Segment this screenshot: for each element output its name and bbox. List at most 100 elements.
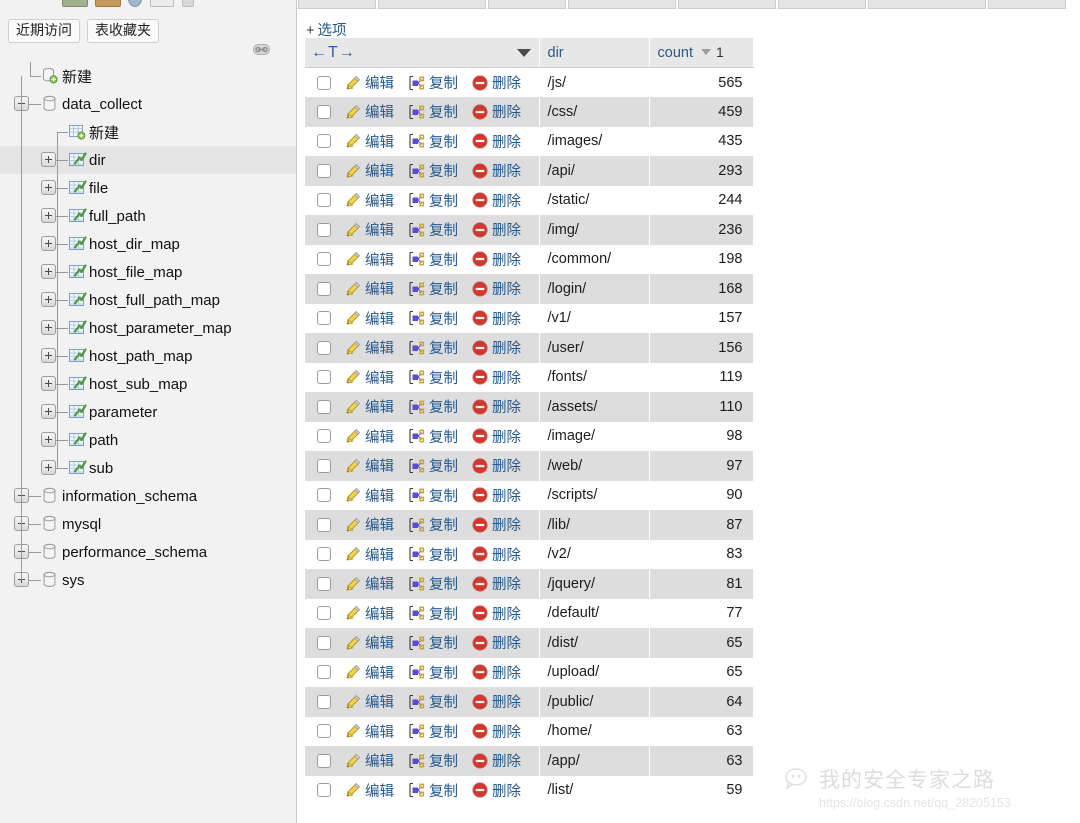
delete-link[interactable]: 删除 [472, 485, 521, 506]
delete-link[interactable]: 删除 [472, 160, 521, 181]
table-row[interactable]: 编辑 复制 删除/public/64 [305, 687, 754, 717]
copy-link[interactable]: 复制 [408, 455, 458, 476]
tree-item-host_parameter_map[interactable]: host_parameter_map [0, 314, 296, 342]
chevron-down-icon[interactable] [516, 49, 531, 57]
delete-link[interactable]: 删除 [472, 573, 521, 594]
delete-link[interactable]: 删除 [472, 278, 521, 299]
table-row[interactable]: 编辑 复制 删除/common/198 [305, 244, 754, 274]
row-checkbox[interactable] [317, 517, 331, 532]
table-row[interactable]: 编辑 复制 删除/img/236 [305, 215, 754, 245]
top-tab-5[interactable] [678, 0, 776, 9]
copy-link[interactable]: 复制 [408, 337, 458, 358]
table-row[interactable]: 编辑 复制 删除/list/59 [305, 775, 754, 805]
tree-item-label[interactable]: host_sub_map [89, 376, 187, 393]
edit-link[interactable]: 编辑 [345, 72, 394, 93]
sort-desc-icon[interactable] [700, 49, 711, 56]
tree-item-label[interactable]: file [89, 180, 108, 197]
delete-link[interactable]: 删除 [472, 308, 521, 329]
tree-item-host_sub_map[interactable]: host_sub_map [0, 370, 296, 398]
tree-item-mysql[interactable]: mysql [0, 510, 296, 538]
row-checkbox[interactable] [317, 252, 331, 267]
row-checkbox[interactable] [317, 783, 331, 798]
delete-link[interactable]: 删除 [472, 219, 521, 240]
table-row[interactable]: 编辑 复制 删除/images/435 [305, 126, 754, 156]
delete-link[interactable]: 删除 [472, 750, 521, 771]
copy-link[interactable]: 复制 [408, 308, 458, 329]
copy-link[interactable]: 复制 [408, 544, 458, 565]
tree-item-parameter[interactable]: parameter [0, 398, 296, 426]
column-header-count-label[interactable]: count [658, 45, 693, 61]
tree-toggle-plus[interactable] [41, 376, 56, 391]
row-checkbox[interactable] [317, 606, 331, 621]
chain-link-icon[interactable] [253, 42, 270, 55]
row-checkbox[interactable] [317, 281, 331, 296]
row-checkbox[interactable] [317, 134, 331, 149]
tree-item-host_dir_map[interactable]: host_dir_map [0, 230, 296, 258]
tree-toggle-plus[interactable] [41, 264, 56, 279]
tree-toggle-plus[interactable] [41, 404, 56, 419]
copy-link[interactable]: 复制 [408, 160, 458, 181]
copy-link[interactable]: 复制 [408, 278, 458, 299]
table-row[interactable]: 编辑 复制 删除/v2/83 [305, 539, 754, 569]
tree-toggle-plus[interactable] [41, 432, 56, 447]
top-tab-7[interactable] [868, 0, 986, 9]
table-row[interactable]: 编辑 复制 删除/scripts/90 [305, 480, 754, 510]
tree-toggle-plus[interactable] [41, 348, 56, 363]
edit-link[interactable]: 编辑 [345, 632, 394, 653]
tree-toggle-plus[interactable] [41, 320, 56, 335]
sidebar-item-recent[interactable]: 近期访问 [8, 19, 80, 43]
tree-item-label[interactable]: mysql [62, 516, 101, 533]
sidebar-item-favorites[interactable]: 表收藏夹 [87, 19, 159, 43]
edit-link[interactable]: 编辑 [345, 485, 394, 506]
row-checkbox[interactable] [317, 193, 331, 208]
tree-item-label[interactable]: full_path [89, 208, 146, 225]
tree-item-label[interactable]: parameter [89, 404, 157, 421]
edit-link[interactable]: 编辑 [345, 367, 394, 388]
column-header-dir[interactable]: dir [539, 38, 650, 68]
copy-link[interactable]: 复制 [408, 632, 458, 653]
table-row[interactable]: 编辑 复制 删除/default/77 [305, 598, 754, 628]
table-row[interactable]: 编辑 复制 删除/static/244 [305, 185, 754, 215]
edit-link[interactable]: 编辑 [345, 662, 394, 683]
delete-link[interactable]: 删除 [472, 514, 521, 535]
tree-item-label[interactable]: 新建 [62, 66, 92, 87]
table-row[interactable]: 编辑 复制 删除/api/293 [305, 156, 754, 186]
delete-link[interactable]: 删除 [472, 544, 521, 565]
options-toggle[interactable]: + 选项 [306, 19, 346, 40]
copy-link[interactable]: 复制 [408, 603, 458, 624]
tree-item-label[interactable]: sub [89, 460, 113, 477]
tree-item-information_schema[interactable]: information_schema [0, 482, 296, 510]
row-checkbox[interactable] [317, 724, 331, 739]
tree-item-dir[interactable]: dir [0, 146, 296, 174]
tree-item-file[interactable]: file [0, 174, 296, 202]
edit-link[interactable]: 编辑 [345, 278, 394, 299]
tree-item-host_full_path_map[interactable]: host_full_path_map [0, 286, 296, 314]
tree-item-performance_schema[interactable]: performance_schema [0, 538, 296, 566]
delete-link[interactable]: 删除 [472, 721, 521, 742]
copy-link[interactable]: 复制 [408, 219, 458, 240]
tree-item-label[interactable]: dir [89, 152, 106, 169]
tree-item-label[interactable]: information_schema [62, 488, 197, 505]
edit-link[interactable]: 编辑 [345, 337, 394, 358]
edit-link[interactable]: 编辑 [345, 219, 394, 240]
row-checkbox[interactable] [317, 104, 331, 119]
edit-link[interactable]: 编辑 [345, 573, 394, 594]
row-checkbox[interactable] [317, 429, 331, 444]
tree-toggle-plus[interactable] [41, 208, 56, 223]
tree-item-label[interactable]: host_file_map [89, 264, 182, 281]
row-checkbox[interactable] [317, 458, 331, 473]
copy-link[interactable]: 复制 [408, 721, 458, 742]
delete-link[interactable]: 删除 [472, 131, 521, 152]
delete-link[interactable]: 删除 [472, 603, 521, 624]
tree-toggle-plus[interactable] [41, 292, 56, 307]
table-row[interactable]: 编辑 复制 删除/web/97 [305, 451, 754, 481]
copy-link[interactable]: 复制 [408, 662, 458, 683]
row-checkbox[interactable] [317, 576, 331, 591]
edit-link[interactable]: 编辑 [345, 544, 394, 565]
tree-item-label[interactable]: host_path_map [89, 348, 192, 365]
tree-item-host_path_map[interactable]: host_path_map [0, 342, 296, 370]
delete-link[interactable]: 删除 [472, 396, 521, 417]
delete-link[interactable]: 删除 [472, 190, 521, 211]
tree-item-full_path[interactable]: full_path [0, 202, 296, 230]
top-tab-2[interactable] [378, 0, 486, 9]
